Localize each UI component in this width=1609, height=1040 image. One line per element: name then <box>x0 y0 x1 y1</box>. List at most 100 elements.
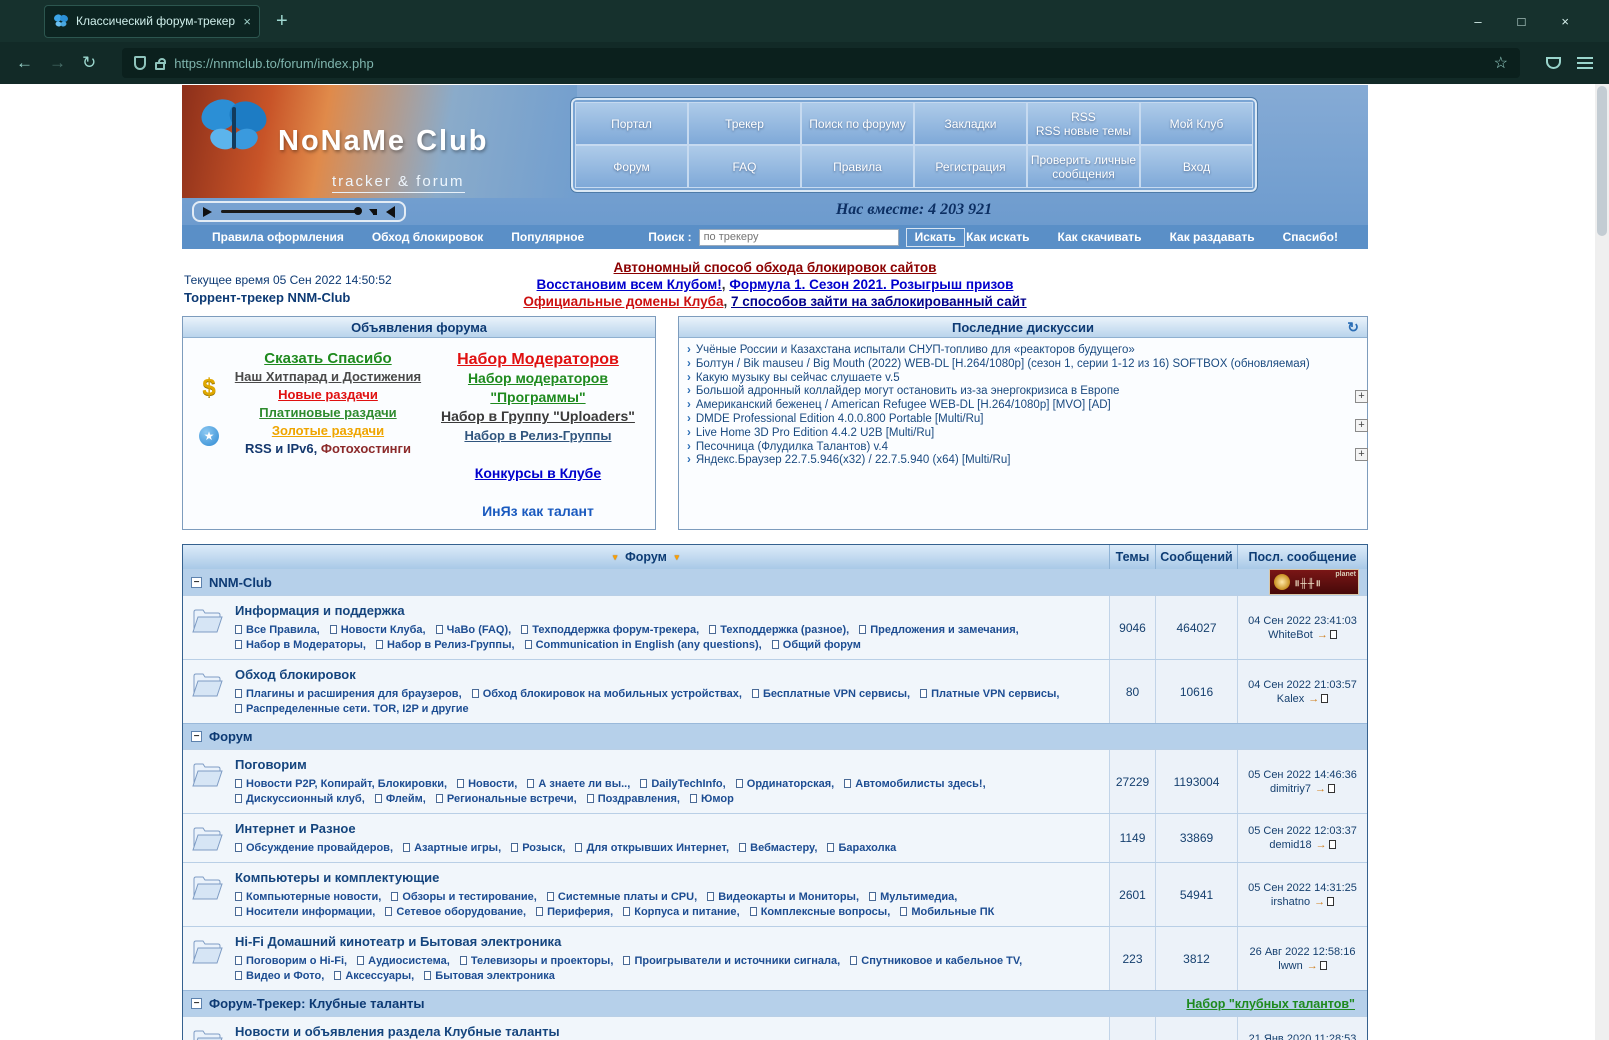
scrollbar-thumb[interactable] <box>1597 86 1607 236</box>
subnav-link[interactable]: Спасибо! <box>1283 230 1338 244</box>
subforum-link[interactable]: Обзоры и тестирование, <box>391 891 537 903</box>
nav-menu-item[interactable]: Трекер <box>688 102 801 145</box>
subforum-link[interactable]: Поговорим о Hi-Fi, <box>235 955 347 967</box>
nav-menu-item[interactable]: Регистрация <box>914 145 1027 188</box>
subforum-link[interactable]: Набор в Модераторы, <box>235 639 366 651</box>
sort-icon[interactable]: ▼ <box>673 553 681 562</box>
hitparade-link[interactable]: Наш Хитпарад и Достижения <box>235 368 421 386</box>
volume-icon[interactable] <box>373 205 395 218</box>
close-button[interactable]: × <box>1561 14 1569 29</box>
subforum-link[interactable]: Поздравления, <box>586 793 680 805</box>
page-scrollbar[interactable] <box>1595 84 1609 1040</box>
goto-last-post-icon[interactable]: → <box>1307 960 1327 972</box>
section-title[interactable]: Форум-Трекер: Клубные таланты <box>209 996 425 1011</box>
subnav-link[interactable]: Популярное <box>511 230 584 244</box>
forum-link[interactable]: Обход блокировок <box>235 667 356 682</box>
subforum-link[interactable]: Техподдержка форум-трекера, <box>521 624 699 636</box>
subforum-link[interactable]: ЧаВо (FAQ), <box>435 624 511 636</box>
subforum-link[interactable]: Периферия, <box>536 906 613 918</box>
forum-link[interactable]: Интернет и Разное <box>235 821 356 836</box>
discussion-link[interactable]: › Песочница (Флудилка Талантов) v.4 <box>687 441 1359 455</box>
subforum-link[interactable]: Вебмастеру, <box>739 842 817 854</box>
seek-slider[interactable] <box>221 207 362 215</box>
search-input[interactable] <box>698 228 899 246</box>
subforum-link[interactable]: Общий форум <box>771 639 861 651</box>
subforum-link[interactable]: Автомобилисты здесь!, <box>844 778 986 790</box>
subforum-link[interactable]: Аксессуары, <box>334 970 414 982</box>
discussion-link[interactable]: › Болтун / Bik mauseu / Big Mouth (2022) … <box>687 358 1359 372</box>
discussion-link[interactable]: › Американский беженец / American Refugee… <box>687 399 1359 413</box>
discussion-link[interactable]: › Учёные России и Казахстана испытали СНУ… <box>687 344 1359 358</box>
forward-icon[interactable]: → <box>49 53 66 73</box>
subnav-link[interactable]: Правила оформления <box>212 230 344 244</box>
subforum-link[interactable]: Носители информации, <box>235 906 375 918</box>
goto-last-post-icon[interactable]: → <box>1314 896 1335 908</box>
subforum-link[interactable]: Бытовая электроника <box>424 970 555 982</box>
lock-icon[interactable] <box>155 57 167 70</box>
goto-last-post-icon[interactable]: → <box>1316 839 1336 851</box>
subforum-link[interactable]: Набор в Релиз-Группы, <box>376 639 515 651</box>
rss-ipv6-link[interactable]: RSS и IPv6, <box>245 440 317 458</box>
discussion-link[interactable]: › Яндекс.Браузер 22.7.5.946(x32) / 22.7.5… <box>687 454 1359 468</box>
refresh-icon[interactable]: ↻ <box>1347 319 1359 336</box>
nav-menu-item[interactable]: RSS RSS новые темы <box>1027 102 1140 145</box>
announce-link-1[interactable]: Автономный способ обхода блокировок сайт… <box>614 260 937 275</box>
subforum-link[interactable]: Региональные встречи, <box>435 793 577 805</box>
minimize-button[interactable]: – <box>1474 14 1481 29</box>
nav-menu-item[interactable]: Закладки <box>914 102 1027 145</box>
photo-hosting-link[interactable]: Фотохостинги <box>321 440 411 458</box>
subforum-link[interactable]: Новости Клуба, <box>329 624 426 636</box>
subforum-link[interactable]: Розыск, <box>511 842 565 854</box>
nav-menu-item[interactable]: Поиск по форуму <box>801 102 914 145</box>
subforum-link[interactable]: Сетевое оборудование, <box>385 906 526 918</box>
announce-link-2[interactable]: Восстановим всем Клубом! <box>537 277 722 292</box>
subforum-link[interactable]: Корпуса и питание, <box>623 906 740 918</box>
subforum-link[interactable]: Дискуссионный клуб, <box>235 793 365 805</box>
subforum-link[interactable]: Техподдержка (разное), <box>709 624 849 636</box>
announce-link-5[interactable]: 7 способов зайти на заблокированный сайт <box>731 294 1027 309</box>
subforum-link[interactable]: Для открывших Интернет, <box>575 842 729 854</box>
announce-link-4[interactable]: Официальные домены Клуба <box>523 294 723 309</box>
goto-last-post-icon[interactable]: → <box>1317 629 1337 641</box>
subforum-link[interactable]: Компьютерные новости, <box>235 891 381 903</box>
uploaders-group-link[interactable]: Набор в Группу "Uploaders" <box>441 407 635 426</box>
subforum-link[interactable]: Системные платы и CPU, <box>546 891 697 903</box>
maximize-button[interactable]: □ <box>1518 14 1526 29</box>
subforum-link[interactable]: Обсуждение провайдеров, <box>235 842 393 854</box>
last-post-user[interactable]: dimitriy7 <box>1270 783 1311 795</box>
nav-menu-item[interactable]: FAQ <box>688 145 801 188</box>
release-groups-link[interactable]: Набор в Релиз-Группы <box>464 426 611 445</box>
subforum-link[interactable]: Флейм, <box>374 793 426 805</box>
tab-close-icon[interactable]: × <box>243 14 251 29</box>
subforum-link[interactable]: Обход блокировок на мобильных устройства… <box>471 688 742 700</box>
bookmark-star-icon[interactable]: ☆ <box>1494 53 1508 73</box>
subnav-link[interactable]: Как раздавать <box>1170 230 1255 244</box>
club-talents-recruit-link[interactable]: Набор "клубных талантов" <box>1186 997 1359 1011</box>
goto-last-post-icon[interactable]: → <box>1315 783 1335 795</box>
last-post-user[interactable]: Kalex <box>1277 693 1305 705</box>
subforum-link[interactable]: Новости, <box>457 778 517 790</box>
collapse-icon[interactable]: − <box>191 576 202 588</box>
last-post-user[interactable]: irshatno <box>1271 896 1310 908</box>
subforum-link[interactable]: Все Правила, <box>235 624 320 636</box>
gold-releases-link[interactable]: Золотые раздачи <box>272 422 384 440</box>
nav-menu-item[interactable]: Портал <box>575 102 688 145</box>
subforum-link[interactable]: Платные VPN сервисы, <box>920 688 1059 700</box>
last-post-user[interactable]: demid18 <box>1269 839 1311 851</box>
forum-link[interactable]: Информация и поддержка <box>235 603 405 618</box>
inyaz-talent-link[interactable]: ИнЯз как талант <box>482 502 594 521</box>
subforum-link[interactable]: А знаете ли вы.., <box>527 778 630 790</box>
menu-icon[interactable] <box>1577 57 1593 69</box>
announce-link-3[interactable]: Формула 1. Сезон 2021. Розыгрыш призов <box>729 277 1013 292</box>
forum-link[interactable]: Новости и объявления раздела Клубные тал… <box>235 1024 560 1039</box>
discussion-link[interactable]: › Какую музыку вы сейчас слушаете v.5 <box>687 372 1359 386</box>
nav-menu-item[interactable]: Мой Клуб <box>1140 102 1253 145</box>
goto-last-post-icon[interactable]: → <box>1308 693 1329 705</box>
new-tab-button[interactable]: + <box>276 10 288 33</box>
subforum-link[interactable]: Плагины и расширения для браузеров, <box>235 688 462 700</box>
planet-banner-image[interactable]: ॥╫╫॥ planet <box>1269 569 1359 595</box>
forum-link[interactable]: Компьютеры и комплектующие <box>235 870 439 885</box>
platinum-releases-link[interactable]: Платиновые раздачи <box>259 404 396 422</box>
subforum-link[interactable]: Бесплатные VPN сервисы, <box>752 688 910 700</box>
subforum-link[interactable]: Мультимедиа, <box>869 891 957 903</box>
